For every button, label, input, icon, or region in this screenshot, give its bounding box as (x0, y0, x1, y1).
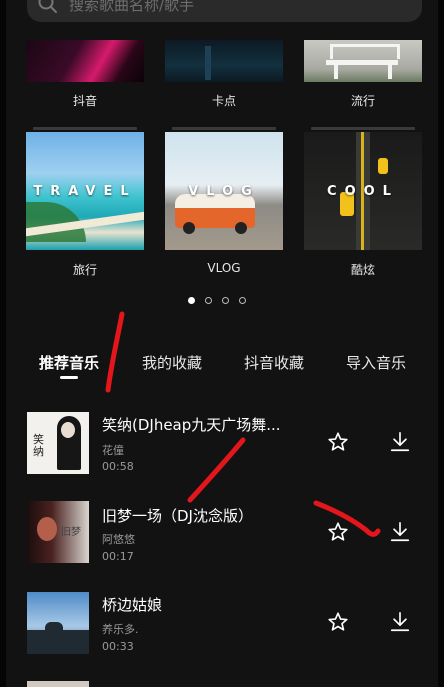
music-tabs: 推荐音乐 我的收藏 抖音收藏 导入音乐 (0, 352, 444, 376)
tab-douyin-favorites[interactable]: 抖音收藏 (244, 352, 304, 373)
category-travel-thumb[interactable]: TRAVEL (26, 132, 144, 250)
star-outline-icon[interactable] (327, 611, 349, 633)
search-bar[interactable]: 搜索歌曲名称/歌手 (27, 0, 422, 22)
song-cover: 旧梦 (27, 501, 89, 563)
song-duration: 00:33 (102, 640, 134, 653)
screen-bezel-right (438, 0, 444, 687)
category-kadian-thumb[interactable] (165, 40, 283, 82)
song-duration: 00:17 (102, 550, 134, 563)
song-row[interactable]: 笑纳 笑纳(DJheap九天广场舞... 花僮 00:58 (0, 409, 444, 479)
category-label-cool: 酷炫 (350, 263, 375, 277)
song-title: 笑纳(DJheap九天广场舞... (102, 416, 281, 434)
tab-import-music[interactable]: 导入音乐 (346, 352, 406, 373)
tab-recommended[interactable]: 推荐音乐 (39, 352, 99, 373)
screen-bezel-left (0, 0, 6, 687)
pager-dot-1[interactable] (188, 297, 195, 304)
song-row[interactable]: 桥边姑娘 养乐多. 00:33 (0, 590, 444, 660)
travel-overlay-text: TRAVEL (33, 184, 137, 199)
vlog-overlay-text: VLOG (188, 184, 260, 199)
star-outline-icon[interactable] (327, 431, 349, 453)
next-song-cover-partial (27, 681, 89, 687)
download-icon[interactable] (389, 431, 411, 453)
pager-dot-3[interactable] (222, 297, 229, 304)
song-artist: 阿悠悠 (102, 533, 135, 546)
pager-dot-2[interactable] (205, 297, 212, 304)
song-duration: 00:58 (102, 460, 134, 473)
download-icon[interactable] (389, 611, 411, 633)
active-tab-indicator (60, 376, 78, 379)
category-label-travel: 旅行 (72, 263, 97, 277)
search-icon (38, 0, 57, 13)
category-label-liuxing: 流行 (350, 94, 375, 108)
category-label-vlog: VLOG (207, 261, 241, 275)
song-cover: 笑纳 (27, 412, 89, 474)
pager-dot-4[interactable] (239, 297, 246, 304)
search-placeholder: 搜索歌曲名称/歌手 (69, 0, 195, 14)
tab-my-favorites[interactable]: 我的收藏 (142, 352, 202, 373)
download-icon[interactable] (389, 521, 411, 543)
song-artist: 花僮 (102, 444, 124, 457)
song-cover (27, 592, 89, 654)
category-cool-thumb[interactable]: COOL (304, 132, 422, 250)
category-label-douyin: 抖音 (72, 94, 97, 108)
category-vlog-thumb[interactable]: VLOG (165, 132, 283, 250)
song-artist: 养乐多. (102, 623, 139, 636)
carousel-pager[interactable] (188, 297, 246, 304)
cool-overlay-text: COOL (327, 184, 399, 199)
category-label-kadian: 卡点 (211, 94, 236, 108)
song-row[interactable]: 旧梦 旧梦一场（DJ沈念版） 阿悠悠 00:17 (0, 500, 444, 570)
song-title: 旧梦一场（DJ沈念版） (102, 507, 253, 525)
star-outline-icon[interactable] (327, 521, 349, 543)
category-liuxing-thumb[interactable] (304, 40, 422, 82)
song-title: 桥边姑娘 (102, 596, 163, 614)
category-douyin-thumb[interactable] (26, 40, 144, 82)
